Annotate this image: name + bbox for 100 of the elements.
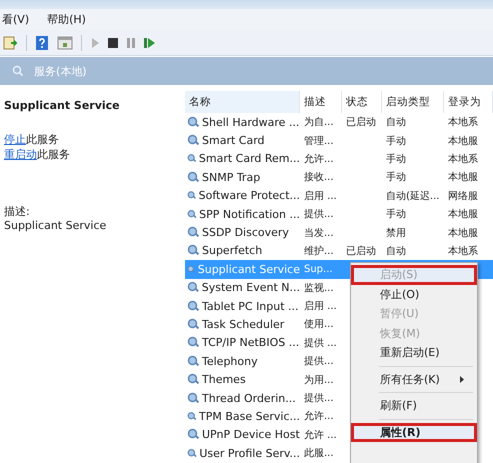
service-name: Smart Card: [202, 134, 265, 148]
play-icon[interactable]: [90, 36, 100, 48]
service-name: SPP Notification ...: [199, 208, 300, 221]
table-cell-text: 自动(延迟...: [385, 190, 440, 203]
table-cell-text: 允许 ...: [303, 428, 338, 442]
service-icon: [187, 226, 200, 240]
table-cell-text: 已启动: [345, 244, 377, 258]
service-name: Shell Hardware ...: [202, 116, 300, 129]
table-cell-text: 使用...: [303, 318, 335, 332]
table-cell-text: 此服...: [303, 446, 335, 460]
stop-icon[interactable]: [108, 38, 118, 48]
table-cell-text: 管理...: [303, 134, 335, 148]
table-cell-text: 自动: [385, 244, 407, 258]
header-title: 服务(本地): [34, 64, 87, 78]
service-name: Thread Orderin...: [202, 392, 296, 405]
service-icon: [187, 170, 200, 184]
table-cell-text: 禁用: [385, 226, 407, 240]
column-header[interactable]: 启动类型: [382, 91, 444, 113]
service-icon: [187, 281, 200, 294]
service-name: SSDP Discovery: [202, 226, 289, 240]
service-name: Tablet PC Input ...: [202, 300, 299, 313]
table-cell-text: 手动: [385, 208, 407, 222]
table-cell-text: 接收...: [303, 170, 335, 184]
column-header[interactable]: 状态: [342, 91, 382, 113]
service-name: User Profile Serv...: [199, 446, 300, 460]
menu-item[interactable]: 帮助(H): [47, 12, 86, 27]
service-name: Themes: [202, 373, 246, 386]
table-cell-text: 提供...: [303, 355, 335, 368]
menu-option[interactable]: 停止(O): [351, 284, 477, 304]
service-name: Supplicant Service: [198, 262, 300, 276]
service-name: Task Scheduler: [202, 318, 284, 331]
service-name: Telephony: [202, 354, 258, 368]
table-cell-text: 本地系: [447, 152, 479, 166]
table-cell-text: 允许...: [303, 152, 335, 166]
window-icon[interactable]: [57, 36, 73, 50]
table-cell-text: 手动: [385, 152, 407, 166]
menu-option[interactable]: 属性(R): [351, 422, 477, 442]
table-cell-text: 当发...: [303, 226, 335, 240]
submenu-arrow-icon: [460, 376, 464, 383]
description-text: Supplicant Service: [4, 219, 108, 232]
service-icon: [187, 410, 197, 423]
table-cell-text: 本地服: [447, 134, 479, 148]
export-icon[interactable]: [2, 34, 18, 50]
description-label: 描述:: [4, 204, 31, 219]
table-cell-text: 维护...: [303, 244, 335, 258]
table-cell-text: 本地服: [447, 208, 479, 222]
action-link[interactable]: 停止: [4, 133, 26, 146]
service-icon: [187, 300, 200, 313]
menu-item[interactable]: 看(V): [2, 12, 30, 27]
service-icon: [187, 318, 200, 331]
column-header[interactable]: 名称: [185, 91, 300, 113]
table-cell-text: 为自...: [303, 116, 335, 130]
column-header[interactable]: 描述: [300, 91, 342, 113]
menu-option[interactable]: 所有任务(K): [351, 370, 477, 389]
table-cell-text: Sup...: [303, 264, 334, 275]
table-cell-text: 本地系: [447, 244, 479, 258]
service-icon: [187, 446, 198, 460]
service-name: Software Protect...: [198, 189, 300, 202]
service-name: UPnP Device Host: [202, 428, 300, 442]
table-cell-text: 启用 ...: [303, 190, 338, 203]
table-cell-text: 手动: [385, 170, 407, 184]
table-cell-text: 本地服: [447, 226, 479, 240]
table-cell-text: 网络服: [447, 190, 479, 203]
service-icon: [187, 373, 200, 386]
service-name: TCP/IP NetBIOS ...: [202, 336, 300, 350]
service-icon: [187, 244, 200, 258]
column-header[interactable]: 登录为: [444, 91, 493, 113]
service-icon: [187, 336, 200, 350]
service-icon: [187, 428, 200, 442]
table-cell-text: 提供 ...: [303, 336, 338, 350]
table-cell-text: 本地服: [447, 170, 479, 184]
table-cell-text: 本地系: [447, 116, 479, 130]
table-cell-text: 监视...: [303, 282, 335, 295]
search-icon: [12, 65, 24, 77]
action-text: 此服务: [37, 148, 70, 161]
service-name: Superfetch: [202, 244, 262, 258]
table-cell-text: 自动: [385, 116, 407, 130]
service-name: SNMP Trap: [202, 170, 260, 184]
table-cell-text: 允许...: [303, 410, 335, 424]
service-icon: [187, 116, 200, 129]
table-cell-text: 为用...: [303, 374, 335, 387]
service-name: Smart Card Rem...: [198, 152, 300, 166]
service-name: System Event N...: [202, 281, 300, 294]
pause-icon[interactable]: [126, 36, 136, 48]
table-cell-text: 提供...: [303, 392, 335, 406]
action-link[interactable]: 重启动: [4, 148, 37, 161]
help-icon[interactable]: [35, 34, 49, 50]
table-cell-text: 已启动: [345, 116, 377, 130]
table-cell-text: 启用 ...: [303, 300, 338, 314]
table-cell-text: 手动: [385, 134, 407, 148]
service-icon: [187, 208, 198, 221]
service-icon: [187, 134, 200, 148]
service-title: Supplicant Service: [4, 99, 121, 112]
service-icon: [187, 354, 200, 368]
action-text: 此服务: [26, 133, 59, 146]
table-cell-text: 提供...: [303, 208, 335, 222]
restart-icon[interactable]: [144, 36, 156, 48]
menu-option[interactable]: 刷新(F): [351, 396, 477, 416]
menu-option[interactable]: 重新启动(E): [351, 343, 477, 362]
service-icon: [187, 392, 200, 405]
